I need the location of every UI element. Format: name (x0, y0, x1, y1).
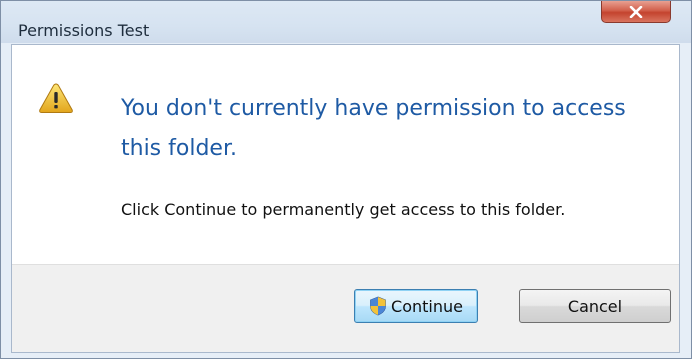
message-heading: You don't currently have permission to a… (121, 96, 626, 161)
dialog-content: You don't currently have permission to a… (11, 44, 680, 353)
close-icon (629, 5, 643, 18)
window-title: Permissions Test (18, 21, 150, 40)
close-button[interactable] (601, 1, 671, 23)
cancel-label: Cancel (567, 296, 623, 316)
continue-button[interactable]: Continue (354, 289, 478, 323)
warning-icon (39, 83, 73, 113)
title-bar[interactable]: Permissions Test (1, 1, 691, 43)
button-bar: Continue Cancel (12, 264, 679, 352)
message-body: Click Continue to permanently get access… (121, 200, 566, 219)
dialog-window: Permissions Test You don't currently hav… (0, 0, 692, 359)
cancel-button[interactable]: Cancel (519, 289, 671, 323)
continue-label: Continue (391, 296, 463, 316)
uac-shield-icon (370, 296, 386, 316)
